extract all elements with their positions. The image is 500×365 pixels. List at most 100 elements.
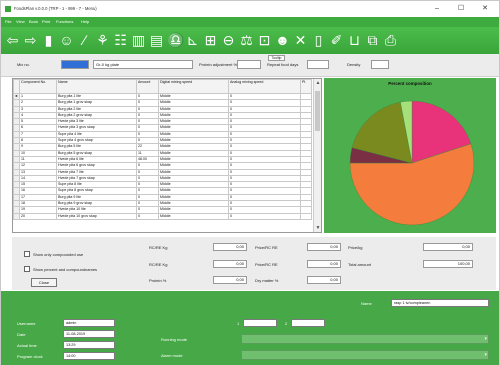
field-1[interactable] bbox=[243, 319, 277, 327]
price-rcre-label-1: Price/RC RE bbox=[255, 245, 278, 250]
pages-icon[interactable]: ▤ bbox=[149, 32, 164, 49]
scroll-up-icon[interactable]: ▲ bbox=[314, 79, 321, 87]
total-amount-value: 100,00 bbox=[423, 260, 473, 268]
print-icon[interactable]: ⎙ bbox=[383, 32, 398, 49]
pen-icon[interactable]: ∕ bbox=[77, 32, 92, 49]
rcre-kg-value-1: 0,00 bbox=[213, 243, 247, 251]
show-comp-use-checkbox[interactable] bbox=[24, 251, 30, 257]
stamp-icon[interactable]: ✐ bbox=[329, 32, 344, 49]
date-field: 11-08-2019 bbox=[63, 330, 115, 338]
close-button[interactable]: ✕ bbox=[477, 4, 493, 14]
running-mode-display[interactable]: ▾ bbox=[241, 334, 489, 344]
components-grid[interactable]: Component No. Name Amount Digital mixing… bbox=[12, 78, 322, 233]
scale-icon[interactable]: ♎ bbox=[167, 32, 184, 49]
toolbar: ⇦ ⇨ ▮ ☺ ∕ ⚘ ☷ ▥ ▤ ♎ ⊾ ⊞ ⊖ ⚖ ⊡ ☻ ✕ ▯ ✐ ⊔ … bbox=[1, 27, 499, 54]
arrow-left-icon[interactable]: ⇦ bbox=[5, 32, 20, 49]
density-field[interactable] bbox=[371, 60, 389, 69]
cell-analog-speed[interactable]: 0 bbox=[228, 212, 301, 220]
mix-number-combo[interactable] bbox=[61, 60, 89, 69]
col-header-name[interactable]: Name bbox=[56, 79, 137, 94]
mix-name-field[interactable]: Gr-0 kg plate bbox=[93, 60, 193, 69]
cell-pl[interactable] bbox=[300, 212, 312, 220]
cell-digital-speed[interactable]: Middle bbox=[158, 212, 229, 220]
table-header-row: Component No. Name Amount Digital mixing… bbox=[13, 79, 312, 94]
balance-icon[interactable]: ⚖ bbox=[239, 32, 254, 49]
rcre-kg-label-2: RC/RE Kg bbox=[149, 262, 168, 267]
total-amount-label: Total amount bbox=[348, 262, 371, 267]
program-clock-field: 14:00 bbox=[63, 352, 115, 360]
cart-icon[interactable]: ⊔ bbox=[347, 32, 362, 49]
repeat-days-field[interactable] bbox=[307, 60, 329, 69]
cut-icon[interactable]: ✕ bbox=[293, 32, 308, 49]
menu-help[interactable]: Help bbox=[81, 19, 89, 24]
clock-icon[interactable]: ⊖ bbox=[221, 32, 236, 49]
price-kg-value: 0,00 bbox=[423, 243, 473, 251]
grid-scrollbar[interactable]: ▲ ▼ bbox=[313, 79, 321, 232]
tooltip: Tooltip bbox=[268, 55, 285, 61]
username-field: admin bbox=[63, 319, 115, 327]
menu-print[interactable]: Print bbox=[42, 19, 50, 24]
protein-adjustment-field[interactable] bbox=[237, 60, 261, 69]
cell-amount[interactable]: 0 bbox=[136, 212, 159, 220]
cell-component-no[interactable]: 20 bbox=[19, 212, 57, 220]
options-panel: Show only compounded use Show percent an… bbox=[12, 237, 496, 290]
arrow-right-icon[interactable]: ⇨ bbox=[23, 32, 38, 49]
app-icon bbox=[5, 6, 11, 12]
menu-file[interactable]: File bbox=[5, 19, 11, 24]
document-icon[interactable]: ▯ bbox=[311, 32, 326, 49]
close-panel-button[interactable]: Close bbox=[31, 278, 57, 287]
scroll-thumb[interactable] bbox=[315, 91, 320, 131]
col-header-digital-speed[interactable]: Digital mixing speed bbox=[158, 79, 229, 94]
minimize-button[interactable]: – bbox=[429, 4, 445, 14]
col-header-component[interactable]: Component No. bbox=[19, 79, 57, 94]
person-icon[interactable]: ☺ bbox=[59, 32, 74, 49]
rcre-kg-value-2: 0,00 bbox=[213, 260, 247, 268]
col-header-amount[interactable]: Amount bbox=[136, 79, 159, 94]
show-percent-checkbox[interactable] bbox=[24, 266, 30, 272]
chevron-down-icon: ▾ bbox=[484, 336, 487, 342]
filter-bar: Mix no. Gr-0 kg plate Protein adjustment… bbox=[1, 54, 499, 77]
price-kg-label: Price/kg bbox=[348, 245, 363, 250]
grid-icon[interactable]: ⊞ bbox=[203, 32, 218, 49]
name-field[interactable]: rasp 1 tv/compleanen bbox=[391, 299, 489, 307]
menu-view[interactable]: View bbox=[16, 19, 25, 24]
protein-percent-value: 0,00 bbox=[213, 276, 247, 284]
scroll-down-icon[interactable]: ▼ bbox=[314, 224, 321, 232]
maximize-button[interactable]: ☐ bbox=[453, 4, 469, 14]
book-icon[interactable]: ▥ bbox=[131, 32, 146, 49]
export-icon[interactable]: ⧉ bbox=[365, 32, 380, 49]
status-panel: Name rasp 1 tv/compleanen Username admin… bbox=[1, 291, 499, 365]
window-title: FoodsPlan v.0.0.0 (TRP - 1 - 999 - 7 - M… bbox=[14, 6, 97, 11]
price-rcre-label-2: Price/RC RE bbox=[255, 262, 278, 267]
people-icon[interactable]: ☻ bbox=[275, 32, 290, 49]
alarm-mode-label: Alarm mode bbox=[161, 353, 183, 358]
col-header-analog-speed[interactable]: Analog mixing speed bbox=[228, 79, 301, 94]
repeat-days-label: Repeat food days bbox=[267, 62, 299, 67]
dry-matter-label: Dry matter % bbox=[255, 278, 279, 283]
alarm-mode-display[interactable]: ▾ bbox=[241, 350, 489, 360]
show-percent-label: Show percent and compoundnames bbox=[33, 267, 98, 272]
chevron-down-icon: ▾ bbox=[484, 352, 487, 358]
protein-label: Protein adjustment % bbox=[199, 62, 238, 67]
date-label: Date bbox=[17, 332, 26, 337]
name-label: Name bbox=[361, 301, 372, 306]
col-header-pl[interactable]: Pl. bbox=[300, 79, 312, 94]
components-table: Component No. Name Amount Digital mixing… bbox=[13, 79, 312, 220]
menu-book[interactable]: Book bbox=[29, 19, 38, 24]
protein-percent-label: Protein % bbox=[149, 278, 167, 283]
search-page-icon[interactable]: ⊡ bbox=[257, 32, 272, 49]
menu-functions[interactable]: Functions bbox=[56, 19, 73, 24]
chart-icon[interactable]: ⊾ bbox=[185, 32, 200, 49]
pie-chart bbox=[349, 100, 475, 226]
table-row[interactable]: 20 Hvede pita 10 grov skap 0 Middle 0 bbox=[13, 212, 312, 220]
recipe-icon[interactable]: ⚘ bbox=[95, 32, 110, 49]
show-comp-use-label: Show only compounded use bbox=[33, 252, 84, 257]
field-2[interactable] bbox=[291, 319, 325, 327]
username-label: Username bbox=[17, 321, 36, 326]
list-icon[interactable]: ☷ bbox=[113, 32, 128, 49]
mix-label: Mix no. bbox=[17, 62, 30, 67]
price-rcre-value-1: 0,00 bbox=[307, 243, 341, 251]
save-icon[interactable]: ▮ bbox=[41, 32, 56, 49]
cell-name[interactable]: Hvede pita 10 grov skap bbox=[56, 212, 137, 220]
program-clock-label: Program clock bbox=[17, 354, 43, 359]
